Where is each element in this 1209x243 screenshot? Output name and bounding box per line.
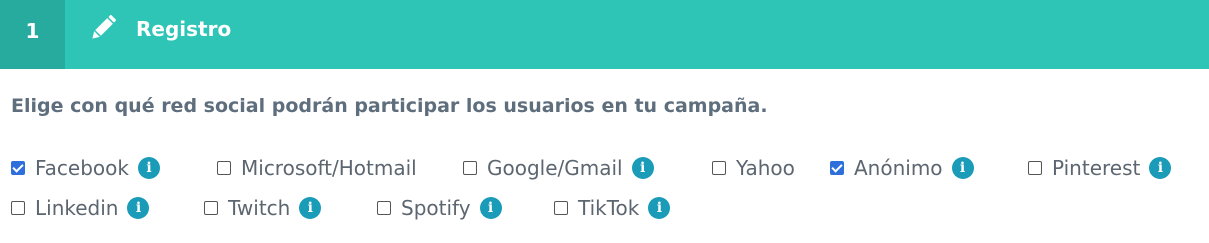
option-pinterest[interactable]: Pinterest i	[1028, 153, 1172, 183]
option-label: Facebook	[35, 156, 129, 180]
step-number: 1	[0, 0, 65, 69]
google-gmail-checkbox[interactable]	[463, 161, 477, 175]
option-label: Spotify	[401, 196, 471, 220]
spotify-checkbox[interactable]	[377, 201, 391, 215]
option-linkedin[interactable]: Linkedin i	[11, 193, 150, 223]
option-microsoft-hotmail[interactable]: Microsoft/Hotmail	[217, 153, 417, 183]
twitch-checkbox[interactable]	[204, 201, 218, 215]
option-label: Microsoft/Hotmail	[241, 156, 417, 180]
option-yahoo[interactable]: Yahoo	[712, 153, 795, 183]
info-icon[interactable]: i	[631, 157, 654, 179]
option-facebook[interactable]: Facebook i	[11, 153, 160, 183]
option-label: Google/Gmail	[487, 156, 623, 180]
tiktok-checkbox[interactable]	[554, 201, 568, 215]
pencil-icon	[92, 14, 117, 39]
info-icon[interactable]: i	[648, 197, 671, 219]
info-icon[interactable]: i	[137, 157, 160, 179]
option-label: Twitch	[228, 196, 291, 220]
yahoo-checkbox[interactable]	[712, 161, 726, 175]
option-google-gmail[interactable]: Google/Gmail i	[463, 153, 654, 183]
option-label: Yahoo	[736, 156, 795, 180]
option-label: Pinterest	[1052, 156, 1141, 180]
info-icon[interactable]: i	[479, 197, 502, 219]
facebook-checkbox[interactable]	[11, 161, 25, 175]
step-header: 1 Registro	[0, 0, 1209, 69]
info-icon[interactable]: i	[299, 197, 322, 219]
option-label: Linkedin	[35, 196, 119, 220]
info-icon[interactable]: i	[951, 157, 974, 179]
option-twitch[interactable]: Twitch i	[204, 193, 322, 223]
option-tiktok[interactable]: TikTok i	[554, 193, 671, 223]
section-title: Registro	[136, 17, 232, 41]
pinterest-checkbox[interactable]	[1028, 161, 1042, 175]
option-label: TikTok	[578, 196, 640, 220]
anonimo-checkbox[interactable]	[830, 161, 844, 175]
option-spotify[interactable]: Spotify i	[377, 193, 502, 223]
info-icon[interactable]: i	[1149, 157, 1172, 179]
linkedin-checkbox[interactable]	[11, 201, 25, 215]
option-anonimo[interactable]: Anónimo i	[830, 153, 974, 183]
microsoft-hotmail-checkbox[interactable]	[217, 161, 231, 175]
option-label: Anónimo	[854, 156, 943, 180]
info-icon[interactable]: i	[127, 197, 150, 219]
instruction-text: Elige con qué red social podrán particip…	[11, 95, 768, 117]
